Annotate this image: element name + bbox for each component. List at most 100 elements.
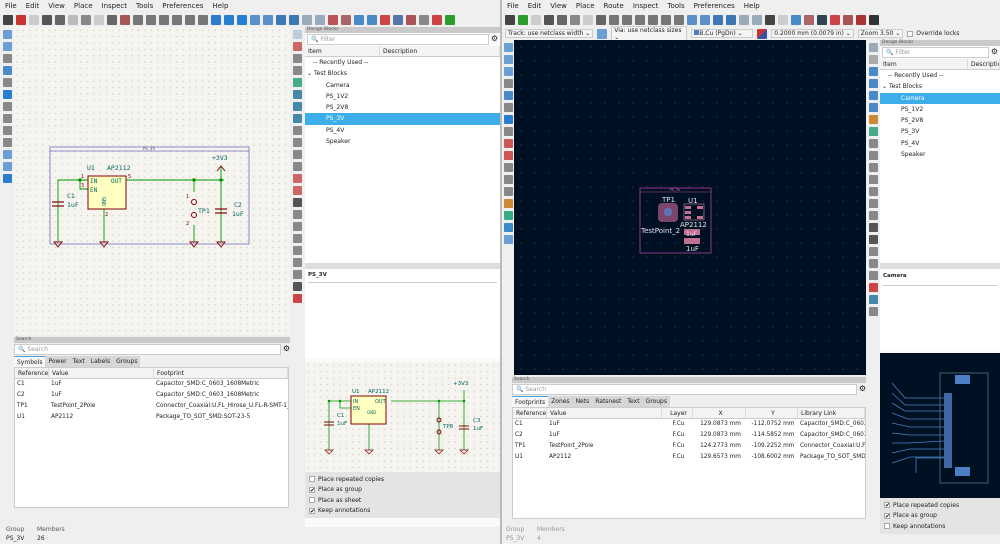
- rotate-ccw-icon[interactable]: [687, 14, 697, 25]
- col-y[interactable]: Y: [746, 408, 798, 418]
- properties-icon[interactable]: [2, 162, 12, 171]
- add-dimension-icon[interactable]: [868, 271, 878, 280]
- symbol-c1[interactable]: C1 1uF: [52, 192, 79, 209]
- list-item[interactable]: PS_2V8: [880, 115, 1000, 126]
- units-mm-icon[interactable]: [2, 66, 12, 75]
- grid-overrides-icon[interactable]: [2, 42, 12, 51]
- zoom-fit-icon[interactable]: [648, 14, 658, 25]
- tab-text[interactable]: Text: [69, 356, 88, 367]
- tab-zones[interactable]: Zones: [548, 396, 573, 407]
- place-as-group-checkbox[interactable]: ✔ Place as group: [309, 485, 496, 496]
- col-description[interactable]: Description: [380, 46, 500, 56]
- menu-edit[interactable]: Edit: [26, 2, 40, 10]
- cursor-icon[interactable]: [2, 90, 12, 99]
- ratsnest-icon[interactable]: [503, 127, 513, 136]
- list-item-selected[interactable]: PS_3V: [305, 113, 500, 125]
- select-icon[interactable]: [292, 30, 302, 39]
- col-value[interactable]: Value: [49, 368, 154, 378]
- add-image-icon[interactable]: [292, 282, 302, 291]
- find-replace-icon[interactable]: [120, 14, 130, 25]
- ungroup-icon[interactable]: [315, 14, 325, 25]
- list-item[interactable]: PS_3V: [880, 126, 1000, 137]
- undo-icon[interactable]: [570, 14, 580, 25]
- add-arc-icon[interactable]: [868, 163, 878, 172]
- route-track-icon[interactable]: [868, 79, 878, 88]
- add-circle-icon[interactable]: [868, 187, 878, 196]
- annotate-icon[interactable]: [354, 14, 364, 25]
- refresh-icon[interactable]: [133, 14, 143, 25]
- tab-groups[interactable]: Groups: [642, 396, 670, 407]
- grid-select[interactable]: 0.2000 mm (0.0079 in) ⌄: [771, 29, 854, 38]
- open-schematic-icon[interactable]: [856, 14, 866, 25]
- list-item[interactable]: PS_4V: [305, 125, 500, 136]
- add-textbox-icon[interactable]: [868, 247, 878, 256]
- add-textbox-icon[interactable]: [292, 210, 302, 219]
- pad-sketch-icon[interactable]: [503, 163, 513, 172]
- recently-used[interactable]: -- Recently Used --: [880, 70, 1000, 81]
- add-symbol-icon[interactable]: [292, 42, 302, 51]
- layer-select[interactable]: B.Cu (PgDn) ⌄: [691, 29, 754, 38]
- track-sketch-icon[interactable]: [503, 187, 513, 196]
- footprint-browser-icon[interactable]: [804, 14, 814, 25]
- design-blocks-toggle-icon[interactable]: [2, 174, 12, 183]
- place-as-group-checkbox[interactable]: ✔ Place as group: [884, 511, 996, 522]
- symbol-tp1[interactable]: TP1 1 2: [186, 194, 210, 227]
- col-library-link[interactable]: Library Link: [798, 408, 865, 418]
- menu-edit[interactable]: Edit: [528, 2, 542, 10]
- zoom-select[interactable]: Zoom 3.50 ⌄: [857, 29, 904, 38]
- add-sheet-icon[interactable]: [292, 174, 302, 183]
- netlist-icon[interactable]: [432, 14, 442, 25]
- tab-footprints[interactable]: Footprints: [512, 396, 549, 407]
- route-diff-pair-icon[interactable]: [868, 91, 878, 100]
- board-setup-icon[interactable]: [518, 14, 528, 25]
- drc-icon[interactable]: [830, 14, 840, 25]
- line-90-icon[interactable]: [2, 138, 12, 147]
- power-3v3[interactable]: +3V3: [212, 154, 228, 172]
- zoom-fit-icon[interactable]: [172, 14, 182, 25]
- sim-icon[interactable]: [393, 14, 403, 25]
- 3d-viewer-icon[interactable]: [817, 14, 827, 25]
- col-x[interactable]: X: [693, 408, 746, 418]
- hidden-pins-icon[interactable]: [2, 102, 12, 111]
- add-label-icon[interactable]: [292, 126, 302, 135]
- page-settings-icon[interactable]: [29, 14, 39, 25]
- grid-icon[interactable]: [503, 43, 513, 52]
- menu-place[interactable]: Place: [74, 2, 93, 10]
- col-layer[interactable]: Layer: [662, 408, 693, 418]
- add-image-icon[interactable]: [868, 223, 878, 232]
- menu-preferences[interactable]: Preferences: [694, 2, 735, 10]
- add-line-icon[interactable]: [868, 151, 878, 160]
- pcb-canvas[interactable]: PS_3V TP1 TestPoint_2 U1 AP2112 1uF 1uF: [514, 40, 866, 375]
- footprint-assign-icon[interactable]: [380, 14, 390, 25]
- table-row[interactable]: C2 1uF Capacitor_SMD:C_0603_1608Metric: [15, 390, 288, 401]
- zoom-out-icon[interactable]: [635, 14, 645, 25]
- list-item[interactable]: Speaker: [305, 136, 500, 147]
- col-reference[interactable]: Reference: [513, 408, 547, 418]
- mirror-h-icon[interactable]: [289, 14, 299, 25]
- add-bus-icon[interactable]: [292, 90, 302, 99]
- zoom-objects-icon[interactable]: [661, 14, 671, 25]
- menu-inspect[interactable]: Inspect: [633, 2, 659, 10]
- zoom-in-icon[interactable]: [146, 14, 156, 25]
- add-text-icon[interactable]: [292, 198, 302, 207]
- mirror-v-icon[interactable]: [276, 14, 286, 25]
- tune-length-icon[interactable]: [868, 103, 878, 112]
- add-rule-area-icon[interactable]: [868, 139, 878, 148]
- zone-outline-icon[interactable]: [503, 151, 513, 160]
- add-polygon-icon[interactable]: [868, 199, 878, 208]
- place-repeated-copies-checkbox[interactable]: Place repeated copies: [309, 474, 496, 485]
- line-mode-icon[interactable]: [2, 114, 12, 123]
- grid-icon[interactable]: [2, 30, 12, 39]
- find-icon[interactable]: [596, 14, 606, 25]
- units-mil-icon[interactable]: [503, 103, 513, 112]
- list-item-selected[interactable]: Camera: [880, 92, 1000, 104]
- save-icon[interactable]: [3, 14, 13, 25]
- list-item[interactable]: PS_2V8: [305, 102, 500, 113]
- bom-icon[interactable]: [843, 14, 853, 25]
- auto-track-width-icon[interactable]: [597, 28, 608, 39]
- table-row[interactable]: TP1 TestPoint_2Pole F.Cu 124.2773 mm -109.22…: [513, 441, 865, 452]
- netlist-update-icon[interactable]: [791, 14, 801, 25]
- redo-icon[interactable]: [583, 14, 593, 25]
- tab-power[interactable]: Power: [45, 356, 70, 367]
- symbol-browser-icon[interactable]: [341, 14, 351, 25]
